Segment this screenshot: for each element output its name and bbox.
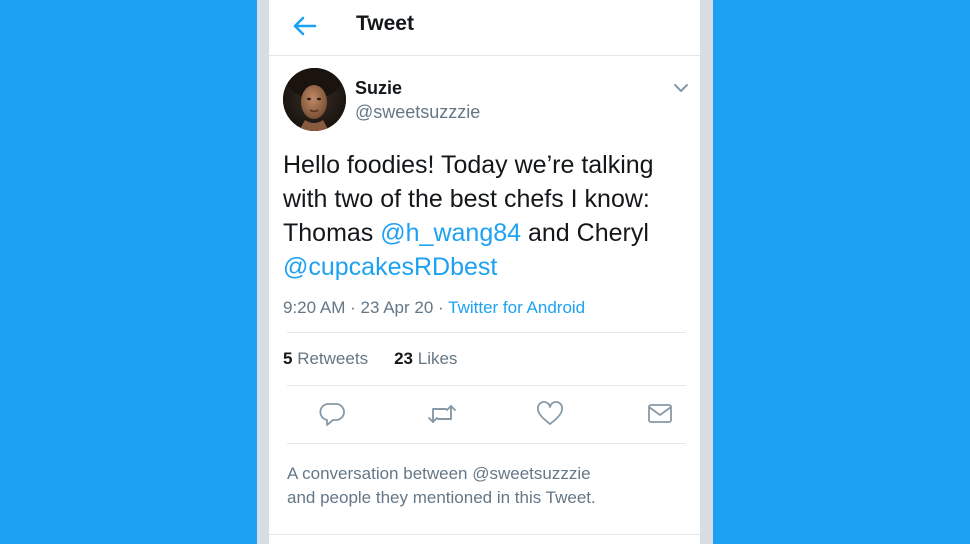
tweet-stats: 5 Retweets 23 Likes bbox=[283, 349, 457, 369]
retweets-count: 5 bbox=[283, 349, 293, 368]
user-handle: @sweetsuzzzie bbox=[355, 102, 481, 122]
conversation-line: and people they mentioned in this Tweet. bbox=[287, 488, 596, 507]
divider bbox=[287, 385, 686, 386]
profile-photo bbox=[283, 68, 346, 131]
chevron-down-icon bbox=[674, 84, 688, 92]
phone-frame: Tweet Suzie @sweetsuzzzie Hello foodies!… bbox=[257, 0, 713, 544]
tweet-screen: Tweet Suzie @sweetsuzzzie Hello foodies!… bbox=[269, 0, 700, 544]
like-icon bbox=[537, 401, 563, 425]
header-bar: Tweet bbox=[269, 0, 700, 56]
likes-stat[interactable]: 23 Likes bbox=[394, 349, 457, 369]
retweet-icon bbox=[428, 405, 456, 423]
tweet-time: 9:20 AM bbox=[283, 298, 346, 317]
likes-label: Likes bbox=[417, 349, 458, 368]
tweet-date: 23 Apr 20 bbox=[360, 298, 434, 317]
retweets-label: Retweets bbox=[297, 349, 369, 368]
conversation-line: A conversation between @sweetsuzzzie bbox=[287, 464, 591, 483]
tweet-text-part: and Cheryl bbox=[521, 219, 649, 247]
meta-separator: · bbox=[350, 298, 356, 317]
back-button[interactable] bbox=[289, 12, 319, 40]
divider bbox=[287, 332, 686, 333]
meta-separator: · bbox=[438, 298, 444, 317]
mention-link[interactable]: @h_wang84 bbox=[380, 219, 521, 247]
share-button[interactable] bbox=[646, 400, 674, 428]
more-options-button[interactable] bbox=[669, 76, 693, 100]
arrow-left-icon bbox=[293, 16, 317, 36]
tweet-meta: 9:20 AM · 23 Apr 20 · Twitter for Androi… bbox=[283, 298, 585, 318]
likes-count: 23 bbox=[394, 349, 413, 368]
conversation-note: A conversation between @sweetsuzzzie and… bbox=[287, 462, 647, 510]
retweet-button[interactable] bbox=[426, 400, 456, 428]
tweet-text: Hello foodies! Today we’re talking with … bbox=[283, 148, 693, 284]
mail-icon bbox=[648, 404, 672, 423]
page-title: Tweet bbox=[356, 12, 414, 35]
display-name[interactable]: Suzie bbox=[355, 78, 402, 99]
like-button[interactable] bbox=[536, 400, 564, 428]
tweet-source-link[interactable]: Twitter for Android bbox=[448, 298, 585, 317]
avatar[interactable] bbox=[283, 68, 346, 131]
divider bbox=[287, 443, 686, 444]
retweets-stat[interactable]: 5 Retweets bbox=[283, 349, 368, 369]
mention-link[interactable]: @cupcakesRDbest bbox=[283, 253, 497, 281]
divider bbox=[269, 534, 700, 535]
reply-icon bbox=[319, 403, 345, 426]
reply-button[interactable] bbox=[319, 400, 347, 428]
